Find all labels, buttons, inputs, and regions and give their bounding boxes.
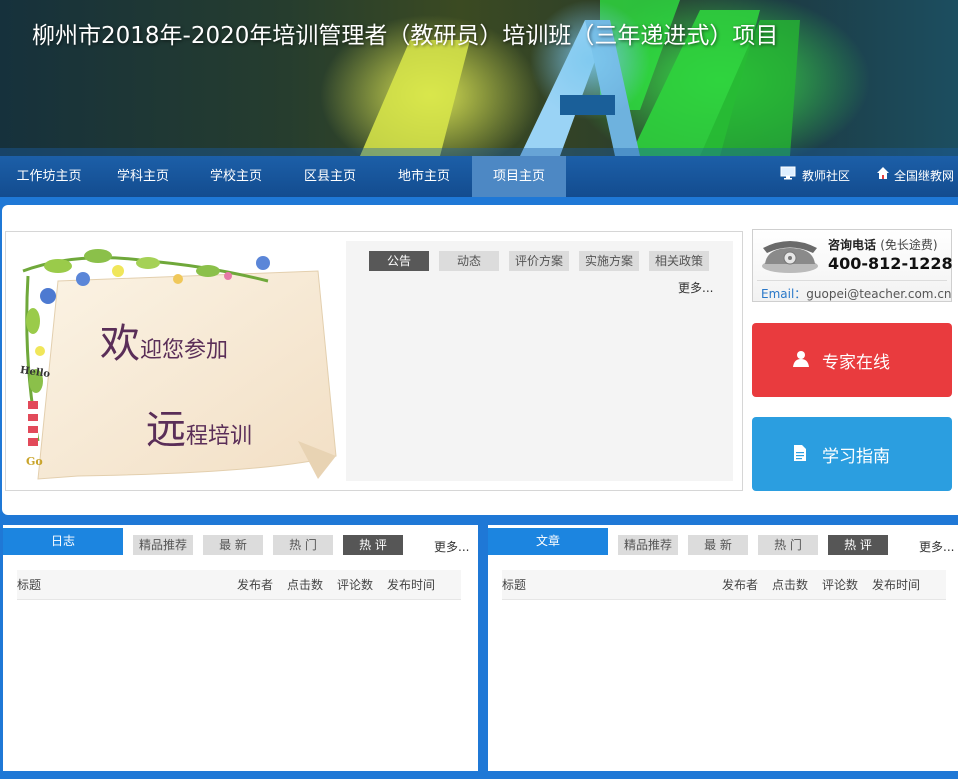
column-title[interactable]: 标题 [17, 570, 41, 600]
nav-item-project[interactable]: 项目主页 [472, 156, 566, 197]
tab-popular[interactable]: 热 门 [758, 535, 818, 555]
announcement-more-link[interactable]: 更多... [678, 279, 713, 296]
nav-item-district[interactable]: 区县主页 [284, 156, 376, 197]
nav-item-subject[interactable]: 学科主页 [98, 156, 188, 197]
blog-panel-title: 日志 [3, 528, 123, 555]
monitor-icon [780, 156, 796, 197]
nav-link-label: 教师社区 [802, 169, 851, 183]
contact-box: 咨询电话 (免长途费) 400-812-1228 Email：guopei@te… [752, 229, 953, 302]
main-nav: 工作坊主页 学科主页 学校主页 区县主页 地市主页 项目主页 教师社区 全国继教… [0, 156, 958, 197]
contact-email-address[interactable]: guopei@teacher.com.cn [806, 287, 951, 301]
tab-recommended[interactable]: 精品推荐 [133, 535, 193, 555]
column-publisher[interactable]: 发布者 [722, 570, 758, 600]
nav-link-teacher-community[interactable]: 教师社区 [780, 156, 850, 197]
document-icon [792, 444, 808, 467]
tab-popular[interactable]: 热 门 [273, 535, 333, 555]
nav-item-school[interactable]: 学校主页 [190, 156, 282, 197]
contact-email: Email：guopei@teacher.com.cn [761, 285, 952, 302]
tab-related-policy[interactable]: 相关政策 [649, 251, 709, 271]
column-publisher[interactable]: 发布者 [237, 570, 273, 600]
column-clicks[interactable]: 点击数 [772, 570, 808, 600]
welcome-banner-image: Hello Go 欢迎您参加 远程培训 [18, 241, 338, 481]
tab-hot-comments[interactable]: 热 评 [343, 535, 403, 555]
tab-recommended[interactable]: 精品推荐 [618, 535, 678, 555]
contact-label-main: 咨询电话 [828, 238, 877, 252]
welcome-section: Hello Go 欢迎您参加 远程培训 公告 动态 评价方案 实施方案 相关政策… [5, 231, 743, 491]
expert-online-label: 专家在线 [822, 353, 890, 373]
column-comments[interactable]: 评论数 [822, 570, 858, 600]
article-more-link[interactable]: 更多... [919, 538, 954, 555]
tab-hot-comments[interactable]: 热 评 [828, 535, 888, 555]
column-publish-time[interactable]: 发布时间 [387, 570, 435, 600]
tab-implementation-plan[interactable]: 实施方案 [579, 251, 639, 271]
contact-label: 咨询电话 (免长途费) [828, 236, 938, 253]
welcome-line-2-text: 程培训 [186, 424, 253, 449]
blog-table-header: 标题 发布者 点击数 评论数 发布时间 [17, 570, 461, 600]
blog-panel: 日志 精品推荐 最 新 热 门 热 评 更多... 标题 发布者 点击数 评论数… [3, 525, 478, 771]
user-icon [792, 350, 810, 373]
welcome-line-1: 欢迎您参加 [100, 311, 228, 369]
tab-latest[interactable]: 最 新 [203, 535, 263, 555]
article-table-header: 标题 发布者 点击数 评论数 发布时间 [502, 570, 946, 600]
nav-link-national-network[interactable]: 全国继教网 [876, 156, 954, 197]
tab-news[interactable]: 动态 [439, 251, 499, 271]
column-clicks[interactable]: 点击数 [287, 570, 323, 600]
nav-item-city[interactable]: 地市主页 [378, 156, 470, 197]
tab-evaluation-plan[interactable]: 评价方案 [509, 251, 569, 271]
nav-link-label: 全国继教网 [894, 169, 955, 183]
welcome-line-1-text: 迎您参加 [140, 338, 229, 363]
study-guide-label: 学习指南 [822, 447, 890, 467]
contact-divider [757, 280, 947, 281]
welcome-big-char-2: 远 [146, 407, 186, 453]
announcement-box: 公告 动态 评价方案 实施方案 相关政策 更多... [346, 241, 733, 481]
article-panel: 文章 精品推荐 最 新 热 门 热 评 更多... 标题 发布者 点击数 评论数… [488, 525, 958, 771]
page-title: 柳州市2018年-2020年培训管理者（教研员）培训班（三年递进式）项目 [32, 23, 779, 49]
home-icon [876, 156, 890, 197]
contact-label-sub: (免长途费) [880, 238, 938, 252]
tab-latest[interactable]: 最 新 [688, 535, 748, 555]
article-panel-title: 文章 [488, 528, 608, 555]
nav-item-workshop[interactable]: 工作坊主页 [0, 156, 98, 197]
telephone-icon [759, 236, 821, 278]
go-text: Go [26, 455, 43, 468]
study-guide-button[interactable]: 学习指南 [752, 417, 952, 491]
column-publish-time[interactable]: 发布时间 [872, 570, 920, 600]
blog-more-link[interactable]: 更多... [434, 538, 469, 555]
welcome-big-char-1: 欢 [100, 321, 140, 367]
tab-announcement[interactable]: 公告 [369, 251, 429, 271]
contact-phone-number: 400-812-1228 [828, 254, 953, 273]
contact-email-label: Email： [761, 287, 807, 301]
column-title[interactable]: 标题 [502, 570, 526, 600]
column-comments[interactable]: 评论数 [337, 570, 373, 600]
welcome-line-2: 远程培训 [146, 397, 252, 455]
top-content-panel: Hello Go 欢迎您参加 远程培训 公告 动态 评价方案 实施方案 相关政策… [2, 205, 958, 515]
expert-online-button[interactable]: 专家在线 [752, 323, 952, 397]
header-banner: 柳州市2018年-2020年培训管理者（教研员）培训班（三年递进式）项目 [0, 0, 958, 156]
